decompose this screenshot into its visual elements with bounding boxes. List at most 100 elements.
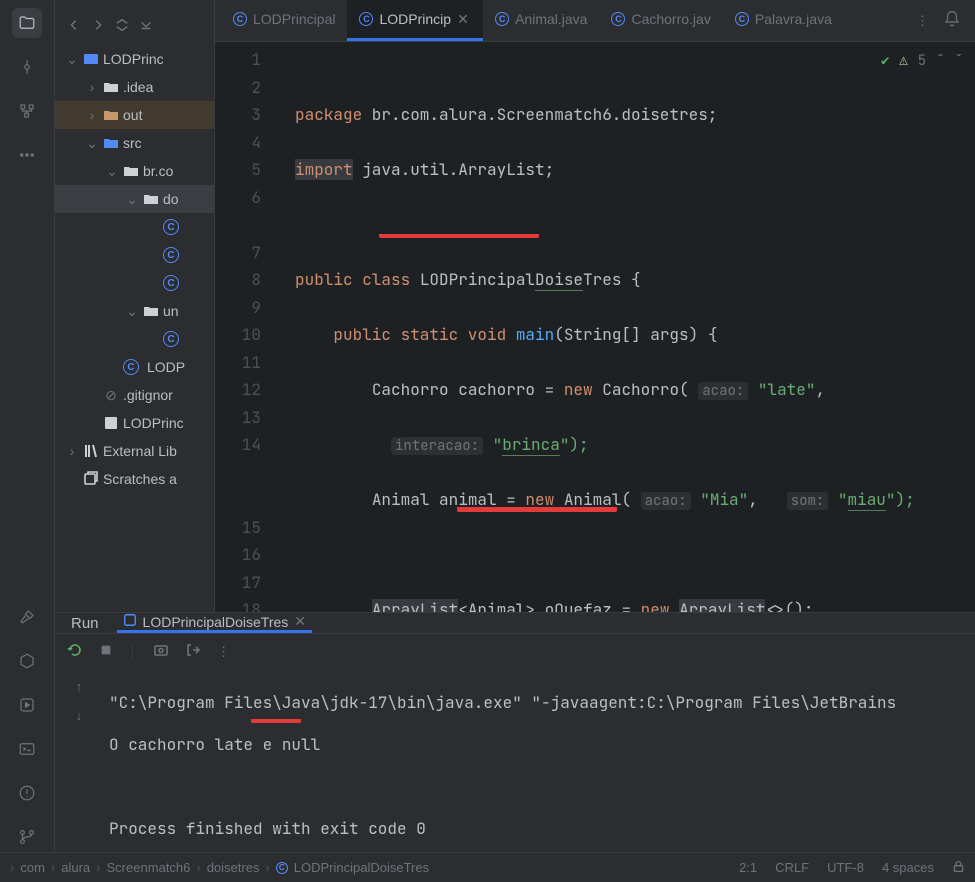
tree-class-file[interactable]: C xyxy=(55,213,214,241)
class-icon: C xyxy=(163,247,179,263)
class-icon: C xyxy=(123,359,139,375)
breadcrumb-item[interactable]: Screenmatch6 xyxy=(107,860,191,875)
stop-icon[interactable] xyxy=(99,643,113,660)
tree-package-do[interactable]: ⌄do xyxy=(55,185,214,213)
folder-icon xyxy=(18,14,36,32)
left-arrow-icon[interactable] xyxy=(67,18,81,35)
tree-package-un[interactable]: ⌄un xyxy=(55,297,214,325)
services-tool-button[interactable] xyxy=(12,646,42,676)
tree-scratches[interactable]: Scratches a xyxy=(55,465,214,493)
tab-lodprincip-active[interactable]: CLODPrincip✕ xyxy=(347,0,483,41)
tree-class-lod[interactable]: C LODP xyxy=(55,353,214,381)
expand-icon[interactable] xyxy=(115,18,129,35)
class-icon: C xyxy=(276,862,288,874)
package-icon xyxy=(123,163,139,179)
terminal-icon xyxy=(18,740,36,758)
tree-class-file[interactable]: C xyxy=(55,241,214,269)
close-icon[interactable]: ✕ xyxy=(294,613,306,630)
run-panel: Run LODPrincipalDoiseTres ✕ │ ⋮ ↑ ↓ xyxy=(55,612,975,852)
package-icon xyxy=(143,191,159,207)
breadcrumb-item[interactable]: alura xyxy=(61,860,90,875)
screenshot-icon[interactable] xyxy=(153,642,169,661)
tab-label: Animal.java xyxy=(515,11,587,27)
more-tool-button[interactable] xyxy=(12,140,42,170)
close-icon[interactable]: ✕ xyxy=(457,11,471,28)
line-separator[interactable]: CRLF xyxy=(775,860,809,876)
folder-icon xyxy=(103,135,119,151)
tree-class-file[interactable]: C xyxy=(55,325,214,353)
run-panel-title: Run xyxy=(71,615,99,632)
caret-position[interactable]: 2:1 xyxy=(739,860,757,876)
encoding[interactable]: UTF-8 xyxy=(827,860,864,876)
class-icon: C xyxy=(611,12,625,26)
tab-animal[interactable]: C Animal.java xyxy=(483,0,599,41)
breadcrumb[interactable]: ›com ›alura ›Screenmatch6 ›doisetres ›CL… xyxy=(10,860,731,875)
breadcrumb-item[interactable]: doisetres xyxy=(207,860,260,875)
tab-palavra[interactable]: CPalavra.java xyxy=(723,0,844,41)
tree-label: src xyxy=(123,135,142,151)
run-tool-button[interactable] xyxy=(12,690,42,720)
scratch-icon xyxy=(83,471,99,487)
tree-folder-idea[interactable]: ›.idea xyxy=(55,73,214,101)
tree-label: do xyxy=(163,191,179,207)
run-tab-label: LODPrincipalDoiseTres xyxy=(143,614,289,630)
breadcrumb-item[interactable]: LODPrincipalDoiseTres xyxy=(294,860,429,875)
tree-class-file[interactable]: C xyxy=(55,269,214,297)
tree-external-lib[interactable]: ›External Lib xyxy=(55,437,214,465)
folder-icon xyxy=(103,79,119,95)
annotation-mark xyxy=(251,717,301,723)
indent[interactable]: 4 spaces xyxy=(882,860,934,876)
up-icon[interactable]: ↑ xyxy=(76,679,83,694)
tab-label: Palavra.java xyxy=(755,11,832,27)
tree-folder-out[interactable]: ›out xyxy=(55,101,214,129)
terminal-tool-button[interactable] xyxy=(12,734,42,764)
ignore-icon: ⊘ xyxy=(103,387,119,403)
tree-folder-src[interactable]: ⌄src xyxy=(55,129,214,157)
tree-gitignore[interactable]: ⊘.gitignor xyxy=(55,381,214,409)
problems-indicator[interactable]: ✔⚠5ˆˇ xyxy=(881,48,963,76)
commit-icon xyxy=(18,58,36,76)
tab-lodprincipal[interactable]: CLODPrincipal xyxy=(221,0,347,41)
run-config-tab[interactable]: LODPrincipalDoiseTres ✕ xyxy=(117,613,312,633)
vcs-tool-button[interactable] xyxy=(12,822,42,852)
structure-tool-button[interactable] xyxy=(12,96,42,126)
tree-package-brcom[interactable]: ⌄br.co xyxy=(55,157,214,185)
collapse-down-icon[interactable] xyxy=(139,18,153,35)
console-line: O cachorro late e null xyxy=(109,734,969,755)
project-tool-button[interactable] xyxy=(12,8,42,38)
lock-icon[interactable] xyxy=(952,860,965,876)
build-tool-button[interactable] xyxy=(12,602,42,632)
console-line: Process finished with exit code 0 xyxy=(109,818,969,839)
down-icon[interactable]: ↓ xyxy=(76,708,83,723)
library-icon xyxy=(83,443,99,459)
left-toolbar xyxy=(0,0,55,852)
status-bar: ›com ›alura ›Screenmatch6 ›doisetres ›CL… xyxy=(0,852,975,882)
problems-tool-button[interactable] xyxy=(12,778,42,808)
project-tree: ⌄LODPrinc ›.idea ›out ⌄src ⌄br.co ⌄do C … xyxy=(55,0,215,612)
branch-icon xyxy=(18,828,36,846)
module-icon xyxy=(103,415,119,431)
tree-root[interactable]: ⌄LODPrinc xyxy=(55,45,214,73)
folder-icon xyxy=(103,107,119,123)
more-icon[interactable]: ⋮ xyxy=(217,644,230,660)
tree-label: LODP xyxy=(147,359,185,375)
tree-label: .idea xyxy=(123,79,153,95)
notifications-icon[interactable] xyxy=(943,10,961,31)
hammer-icon xyxy=(18,608,36,626)
hexagon-icon xyxy=(18,652,36,670)
class-icon: C xyxy=(163,331,179,347)
tab-label: LODPrincip xyxy=(379,11,451,27)
tab-cachorro[interactable]: CCachorro.jav xyxy=(599,0,722,41)
exit-icon[interactable] xyxy=(185,642,201,661)
class-icon: C xyxy=(495,12,509,26)
commit-tool-button[interactable] xyxy=(12,52,42,82)
more-tabs-icon[interactable]: ⋮ xyxy=(916,13,929,29)
rerun-icon[interactable] xyxy=(67,642,83,661)
breadcrumb-item[interactable]: com xyxy=(20,860,45,875)
right-arrow-icon[interactable] xyxy=(91,18,105,35)
tree-iml[interactable]: LODPrinc xyxy=(55,409,214,437)
code-area[interactable]: ✔⚠5ˆˇ package br.com.alura.Screenmatch6.… xyxy=(279,42,975,612)
console-output[interactable]: "C:\Program Files\Java\jdk-17\bin\java.e… xyxy=(103,669,975,852)
code-editor[interactable]: 1 2 3 4 5 6 7 8 9 10 11 12 13 1 xyxy=(215,42,975,612)
tree-label: br.co xyxy=(143,163,173,179)
